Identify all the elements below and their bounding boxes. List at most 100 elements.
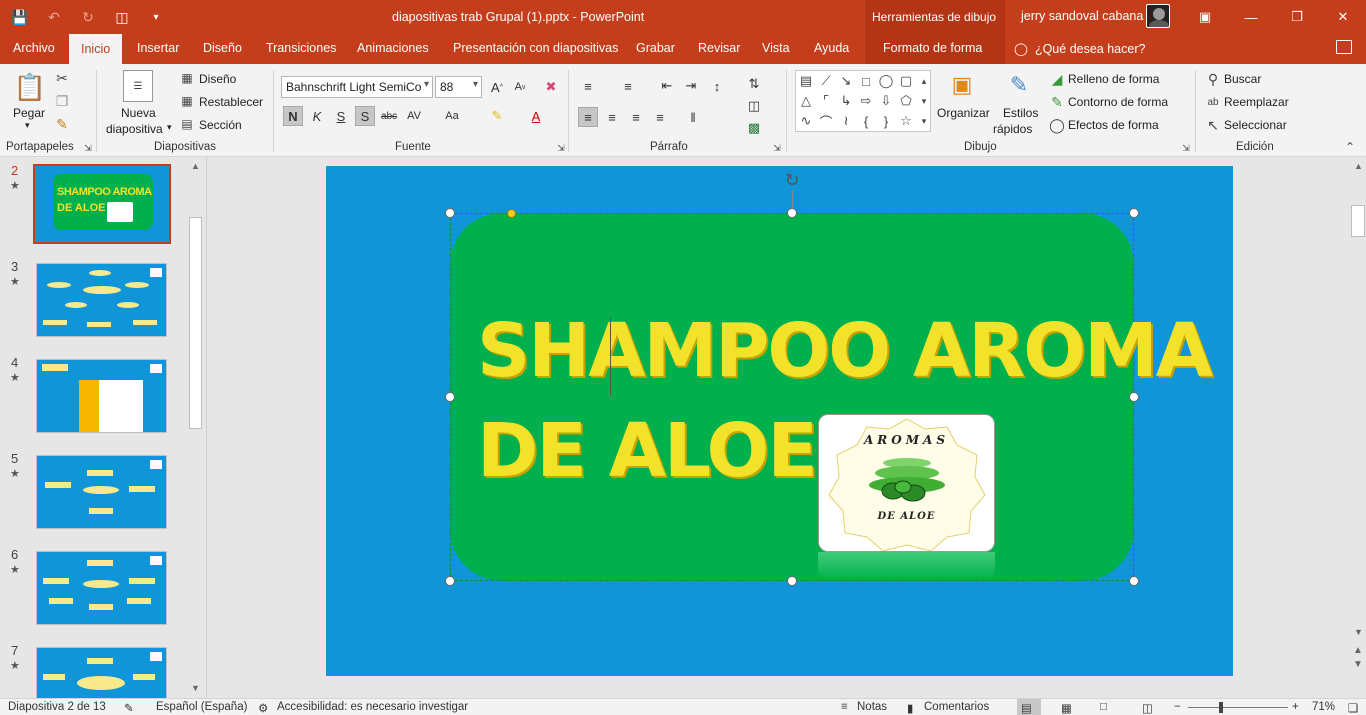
select-icon[interactable]: ↖ bbox=[1205, 117, 1221, 133]
arrange-icon[interactable]: ▣ bbox=[948, 70, 976, 100]
shape-fill-icon[interactable]: ◢ bbox=[1049, 71, 1065, 87]
numbering-icon[interactable]: ≡ bbox=[618, 76, 638, 96]
grow-font-icon[interactable]: A ^ bbox=[487, 77, 507, 97]
replace-icon[interactable]: ab bbox=[1205, 94, 1221, 110]
scroll-up-icon[interactable]: ▲ bbox=[1354, 161, 1363, 171]
layout-button[interactable]: Diseño bbox=[199, 72, 236, 86]
slide-thumbnail-2[interactable]: SHAMPOO AROMA DE ALOE bbox=[33, 164, 171, 244]
reading-view-icon[interactable]: □ bbox=[1100, 701, 1107, 713]
increase-indent-icon[interactable]: ⇥ bbox=[681, 76, 701, 96]
new-slide-icon[interactable]: ☰ bbox=[123, 70, 153, 102]
start-presentation-icon[interactable]: ◫ bbox=[112, 7, 132, 27]
scribble-shape-icon[interactable]: ≀ bbox=[839, 113, 853, 128]
dialog-launcher-icon[interactable]: ⇲ bbox=[772, 143, 782, 153]
save-icon[interactable]: 💾 bbox=[10, 7, 30, 27]
next-slide-icon[interactable]: ▼ bbox=[1353, 659, 1363, 670]
adjust-handle[interactable] bbox=[507, 209, 516, 218]
collapse-ribbon-icon[interactable]: ⌃ bbox=[1342, 140, 1358, 154]
ribbon-display-icon[interactable]: ▣ bbox=[1194, 6, 1216, 28]
down-arrow-shape-icon[interactable]: ⇩ bbox=[879, 93, 893, 108]
elbow-connector-icon[interactable]: ⌜ bbox=[819, 93, 833, 108]
resize-handle-nw[interactable] bbox=[445, 208, 455, 218]
arrow-shape-icon[interactable]: ↘ bbox=[839, 73, 853, 88]
slide-thumbnail-6[interactable] bbox=[36, 551, 167, 625]
quick-styles-label-2[interactable]: rápidos bbox=[993, 122, 1032, 136]
undo-icon[interactable]: ↶ bbox=[44, 7, 64, 27]
shape-effects-icon[interactable]: ◯ bbox=[1049, 117, 1065, 133]
layout-icon[interactable]: ▦ bbox=[180, 71, 194, 85]
shape-effects-button[interactable]: Efectos de forma bbox=[1068, 118, 1159, 132]
editor-scrollbar[interactable]: ▲ ▼ ▲ ▼ bbox=[1350, 157, 1366, 698]
comments-button[interactable]: Comentarios bbox=[924, 701, 989, 713]
shadow-button[interactable]: S bbox=[355, 106, 375, 126]
font-color-icon[interactable]: A bbox=[526, 106, 546, 126]
restore-icon[interactable]: ❐ bbox=[1286, 6, 1308, 28]
underline-button[interactable]: S bbox=[331, 106, 351, 126]
slide-thumbnail-7[interactable] bbox=[36, 647, 167, 698]
slide-sorter-icon[interactable]: ▦ bbox=[1061, 701, 1072, 715]
triangle-shape-icon[interactable]: △ bbox=[799, 93, 813, 108]
resize-handle-w[interactable] bbox=[445, 392, 455, 402]
thumbnails-scrollbar[interactable]: ▲ ▼ bbox=[188, 161, 204, 697]
quick-styles-icon[interactable]: ✎ bbox=[1004, 70, 1034, 100]
elbow-arrow-icon[interactable]: ↳ bbox=[839, 93, 853, 108]
replace-button[interactable]: Reemplazar bbox=[1224, 95, 1289, 109]
rotate-handle-icon[interactable]: ↻ bbox=[781, 169, 803, 191]
strikethrough-button[interactable]: abc bbox=[379, 106, 399, 126]
text-direction-icon[interactable]: ⇅ bbox=[744, 74, 764, 94]
zoom-slider[interactable] bbox=[1188, 707, 1288, 708]
resize-handle-ne[interactable] bbox=[1129, 208, 1139, 218]
columns-icon[interactable]: ‖ bbox=[683, 107, 703, 127]
arrange-button[interactable]: Organizar bbox=[937, 106, 990, 120]
tell-me-box[interactable]: ◯ ¿Qué desea hacer? bbox=[1014, 41, 1145, 56]
rounded-rect-shape-icon[interactable]: ▢ bbox=[899, 73, 913, 88]
new-slide-dropdown-icon[interactable]: ▾ bbox=[167, 122, 172, 133]
slide-title-line-2[interactable]: DE ALOE bbox=[477, 408, 818, 494]
textbox-shape-icon[interactable]: ▤ bbox=[799, 73, 813, 88]
tab-grabar[interactable]: Grabar bbox=[636, 41, 675, 55]
paste-dropdown-icon[interactable]: ▾ bbox=[25, 120, 30, 131]
zoom-slider-knob[interactable] bbox=[1219, 702, 1223, 713]
copy-icon[interactable]: ❐ bbox=[54, 93, 70, 109]
decrease-indent-icon[interactable]: ⇤ bbox=[657, 76, 677, 96]
reset-button[interactable]: Restablecer bbox=[199, 95, 263, 109]
section-button[interactable]: Sección bbox=[199, 118, 242, 132]
tab-transiciones[interactable]: Transiciones bbox=[266, 41, 336, 55]
font-name-combo[interactable]: Bahnschrift Light SemiCo ▾ bbox=[281, 76, 433, 98]
fit-slide-icon[interactable]: ❑ bbox=[1348, 701, 1358, 715]
shape-outline-icon[interactable]: ✎ bbox=[1049, 94, 1065, 110]
shape-fill-button[interactable]: Relleno de forma bbox=[1068, 72, 1159, 86]
section-icon[interactable]: ▤ bbox=[180, 117, 194, 131]
resize-handle-n[interactable] bbox=[787, 208, 797, 218]
highlight-icon[interactable]: ✎ bbox=[487, 106, 507, 126]
new-slide-label-2[interactable]: diapositiva bbox=[106, 122, 163, 136]
align-center-icon[interactable]: ≡ bbox=[602, 107, 622, 127]
tab-formato-de-forma[interactable]: Formato de forma bbox=[883, 41, 982, 55]
customize-qat-icon[interactable]: ▾ bbox=[146, 7, 166, 27]
find-button[interactable]: Buscar bbox=[1224, 72, 1261, 86]
select-button[interactable]: Seleccionar bbox=[1224, 118, 1287, 132]
oval-shape-icon[interactable]: ◯ bbox=[879, 73, 894, 88]
avatar[interactable] bbox=[1146, 4, 1170, 28]
resize-handle-se[interactable] bbox=[1129, 576, 1139, 586]
tab-vista[interactable]: Vista bbox=[762, 41, 790, 55]
minimize-icon[interactable]: — bbox=[1240, 6, 1262, 28]
star-shape-icon[interactable]: ☆ bbox=[899, 113, 913, 128]
smartart-icon[interactable]: ▩ bbox=[744, 118, 764, 138]
slide-thumbnail-4[interactable] bbox=[36, 359, 167, 433]
paste-icon[interactable]: 📋 bbox=[14, 70, 46, 104]
tab-archivo[interactable]: Archivo bbox=[13, 41, 55, 55]
right-arrow-shape-icon[interactable]: ⇨ bbox=[859, 93, 873, 108]
zoom-out-icon[interactable]: − bbox=[1174, 701, 1181, 713]
user-name[interactable]: jerry sandoval cabana bbox=[1021, 9, 1143, 23]
logo-image[interactable]: AROMAS DE ALOE bbox=[818, 414, 995, 552]
resize-handle-sw[interactable] bbox=[445, 576, 455, 586]
scrollbar-thumb[interactable] bbox=[189, 217, 202, 429]
comments-icon[interactable] bbox=[1336, 40, 1352, 54]
gallery-up-icon[interactable]: ▴ bbox=[918, 74, 930, 88]
shrink-font-icon[interactable]: Av bbox=[510, 77, 530, 97]
quick-styles-label-1[interactable]: Estilos bbox=[1003, 106, 1038, 120]
dialog-launcher-icon[interactable]: ⇲ bbox=[1181, 143, 1191, 153]
justify-icon[interactable]: ≡ bbox=[650, 107, 670, 127]
tab-revisar[interactable]: Revisar bbox=[698, 41, 740, 55]
